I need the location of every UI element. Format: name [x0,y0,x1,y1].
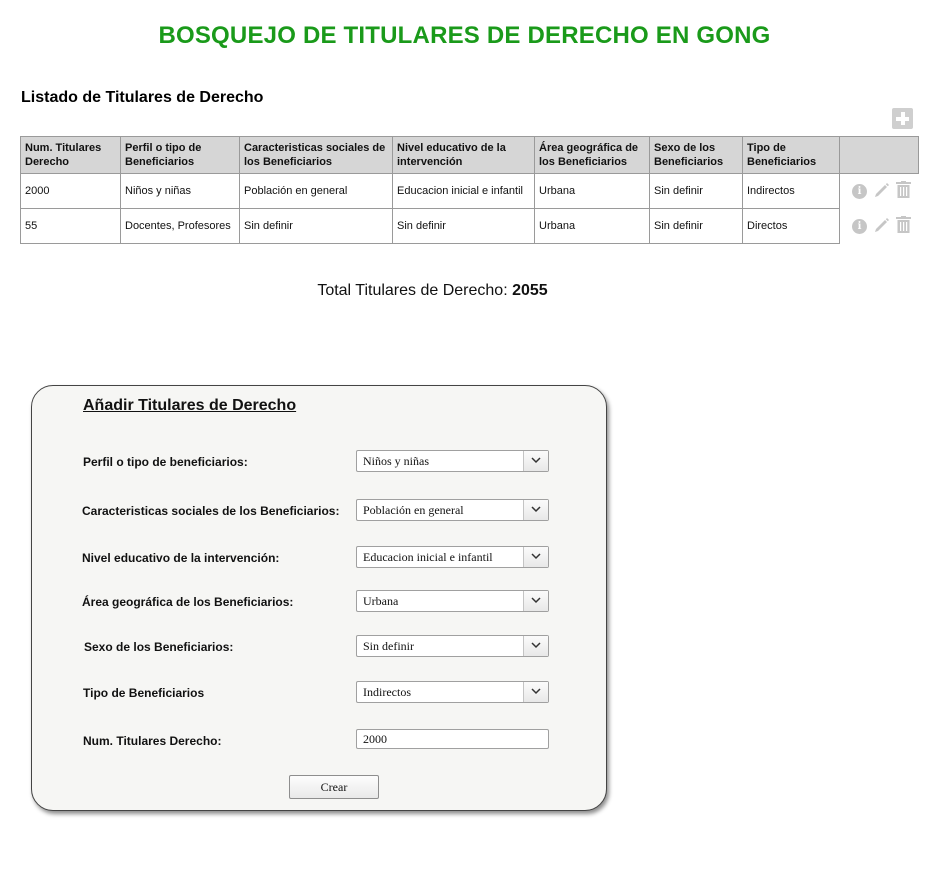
chevron-down-icon [523,500,548,520]
nivel-select-value: Educacion inicial e infantil [363,550,493,564]
header-nivel: Nivel educativo de la intervención [392,136,535,174]
info-icon[interactable]: i [852,183,867,199]
info-icon[interactable]: i [852,218,867,234]
nivel-label: Nivel educativo de la intervención: [82,551,280,565]
num-titulares-input[interactable] [356,729,549,749]
pencil-icon[interactable] [873,217,890,235]
list-title: Listado de Titulares de Derecho [21,89,264,106]
cell-caracteristicas: Sin definir [239,208,393,244]
chevron-down-icon [523,451,548,471]
chevron-down-icon [523,591,548,611]
titulares-table: Num. Titulares Derecho Perfil o tipo de … [20,136,919,244]
cell-area: Urbana [534,173,650,209]
cell-caracteristicas: Población en general [239,173,393,209]
header-actions [839,136,919,174]
cell-perfil: Docentes, Profesores [120,208,240,244]
form-title: Añadir Titulares de Derecho [83,397,297,414]
add-form: Añadir Titulares de Derecho Perfil o tip… [31,385,607,811]
area-select-value: Urbana [363,594,399,608]
pencil-icon[interactable] [873,182,890,200]
sexo-label: Sexo de los Beneficiarios: [84,640,234,654]
sexo-select-value: Sin definir [363,639,414,653]
cell-nivel: Sin definir [392,208,535,244]
chevron-down-icon [523,547,548,567]
header-perfil: Perfil o tipo de Beneficiarios [120,136,240,174]
perfil-select-value: Niños y niñas [363,454,429,468]
row-actions: i [840,209,919,244]
perfil-label: Perfil o tipo de beneficiarios: [83,455,248,469]
header-num: Num. Titulares Derecho [20,136,121,174]
cell-num: 2000 [20,173,121,209]
chevron-down-icon [523,682,548,702]
num-label: Num. Titulares Derecho: [83,734,222,748]
total-value: 2055 [512,282,548,299]
table-row: 55 Docentes, Profesores Sin definir Sin … [20,208,919,244]
cell-num: 55 [20,208,121,244]
perfil-select[interactable]: Niños y niñas [356,450,549,472]
header-area: Área geográfica de los Beneficiarios [534,136,650,174]
crear-button[interactable]: Crear [289,775,379,799]
header-caracteristicas: Caracteristicas sociales de los Benefici… [239,136,393,174]
cell-sexo: Sin definir [649,173,743,209]
row-actions: i [840,174,919,209]
caracteristicas-label: Caracteristicas sociales de los Benefici… [82,504,340,518]
caracteristicas-select-value: Población en general [363,503,464,517]
trash-icon[interactable] [896,181,912,201]
header-tipo: Tipo de Beneficiarios [742,136,840,174]
page-title: BOSQUEJO DE TITULARES DE DERECHO EN GONG [158,22,771,49]
table-row: 2000 Niños y niñas Población en general … [20,173,919,209]
cell-sexo: Sin definir [649,208,743,244]
cell-tipo: Indirectos [742,173,840,209]
table-header-row: Num. Titulares Derecho Perfil o tipo de … [20,136,919,174]
sexo-select[interactable]: Sin definir [356,635,549,657]
caracteristicas-select[interactable]: Población en general [356,499,549,521]
tipo-select[interactable]: Indirectos [356,681,549,703]
chevron-down-icon [523,636,548,656]
header-sexo: Sexo de los Beneficiarios [649,136,743,174]
tipo-select-value: Indirectos [363,685,411,699]
cell-tipo: Directos [742,208,840,244]
area-select[interactable]: Urbana [356,590,549,612]
nivel-select[interactable]: Educacion inicial e infantil [356,546,549,568]
total-summary: Total Titulares de Derecho: 2055 [0,282,865,300]
cell-nivel: Educacion inicial e infantil [392,173,535,209]
cell-perfil: Niños y niñas [120,173,240,209]
total-label: Total Titulares de Derecho: [317,282,508,299]
cell-area: Urbana [534,208,650,244]
plus-icon[interactable] [892,108,913,129]
tipo-label: Tipo de Beneficiarios [83,686,205,700]
trash-icon[interactable] [896,216,912,236]
area-label: Área geográfica de los Beneficiarios: [82,595,294,609]
